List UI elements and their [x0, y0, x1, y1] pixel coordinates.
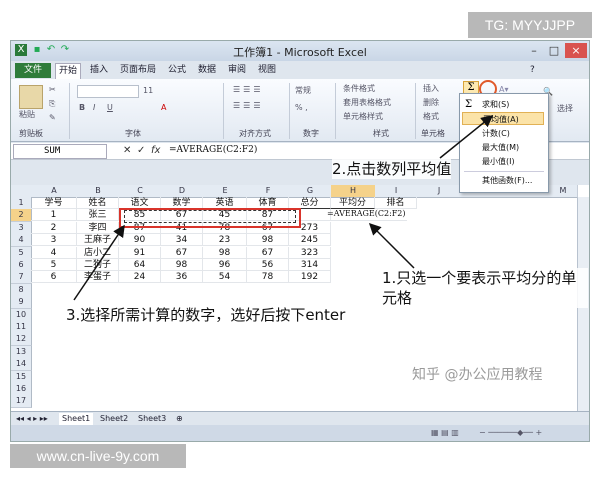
- watermark-bottom-left: www.cn-live-9y.com: [10, 444, 186, 468]
- arrow-to-range: [73, 224, 125, 301]
- arrow-to-h2: [368, 222, 415, 269]
- annotation-arrows: [73, 115, 494, 301]
- arrow-to-average: [439, 115, 494, 159]
